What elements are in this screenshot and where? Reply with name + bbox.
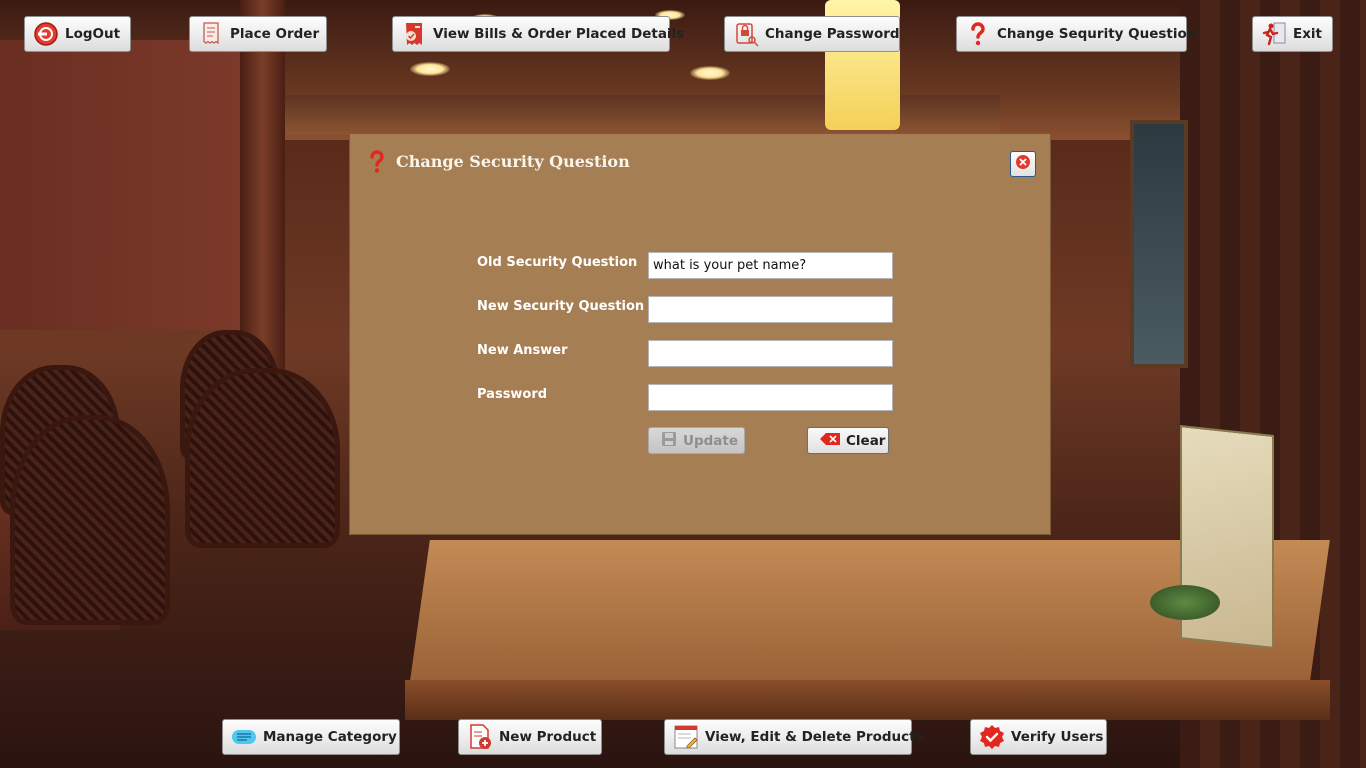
verified-badge-icon xyxy=(979,724,1005,750)
password-label: Password xyxy=(477,387,548,402)
verify-users-label: Verify Users xyxy=(1011,729,1104,745)
logout-button[interactable]: LogOut xyxy=(24,16,131,52)
logout-icon xyxy=(33,21,59,47)
new-answer-label: New Answer xyxy=(477,343,568,358)
update-label: Update xyxy=(683,432,739,449)
new-answer-field[interactable] xyxy=(648,340,893,367)
chair xyxy=(185,368,340,548)
clear-button[interactable]: Clear xyxy=(807,427,889,454)
lock-key-icon xyxy=(733,21,759,47)
pillar xyxy=(240,0,285,380)
logout-label: LogOut xyxy=(65,26,121,42)
view-edit-delete-products-button[interactable]: View, Edit & Delete Products xyxy=(664,719,924,755)
exit-run-icon xyxy=(1261,21,1287,47)
exit-button[interactable]: Exit xyxy=(1252,16,1333,52)
question-icon xyxy=(965,21,991,47)
table-edge xyxy=(405,680,1330,720)
dialog-title: Change Security Question xyxy=(396,152,630,171)
manage-category-button[interactable]: Manage Category xyxy=(222,719,400,755)
edit-document-icon xyxy=(673,724,699,750)
update-button[interactable]: Update xyxy=(648,427,745,454)
new-product-label: New Product xyxy=(499,729,597,745)
close-icon xyxy=(1015,154,1031,174)
ceiling-light xyxy=(690,66,730,80)
bill-icon xyxy=(401,21,427,47)
new-question-field[interactable] xyxy=(648,296,893,323)
change-security-question-label: Change Sequrity Question xyxy=(997,26,1197,42)
close-button[interactable] xyxy=(1010,151,1036,177)
view-edit-delete-products-label: View, Edit & Delete Products xyxy=(705,729,924,745)
view-bills-label: View Bills & Order Placed Details xyxy=(433,26,685,42)
place-order-button[interactable]: Place Order xyxy=(189,16,327,52)
verify-users-button[interactable]: Verify Users xyxy=(970,719,1107,755)
window xyxy=(1130,120,1188,368)
receipt-icon xyxy=(198,21,224,47)
chair xyxy=(10,415,170,625)
manage-category-label: Manage Category xyxy=(263,729,397,745)
password-field[interactable] xyxy=(648,384,893,411)
save-disk-icon xyxy=(661,431,677,451)
ceiling-light xyxy=(410,62,450,76)
new-question-label: New Security Question xyxy=(477,299,645,314)
category-icon xyxy=(231,724,257,750)
question-icon xyxy=(366,150,388,174)
new-product-button[interactable]: New Product xyxy=(458,719,602,755)
view-bills-button[interactable]: View Bills & Order Placed Details xyxy=(392,16,684,52)
exit-label: Exit xyxy=(1293,26,1323,42)
change-password-button[interactable]: Change Password xyxy=(724,16,900,52)
old-question-label: Old Security Question xyxy=(477,255,638,270)
service-bell xyxy=(1150,585,1220,620)
change-security-question-dialog: Change Security Question Old Security Qu… xyxy=(350,134,1050,534)
place-order-label: Place Order xyxy=(230,26,320,42)
new-product-icon xyxy=(467,724,493,750)
change-password-label: Change Password xyxy=(765,26,900,42)
change-security-question-button[interactable]: Change Sequrity Question xyxy=(956,16,1196,52)
clear-x-icon xyxy=(820,432,840,449)
clear-label: Clear xyxy=(846,432,886,449)
old-question-field[interactable] xyxy=(648,252,893,279)
wall-panel xyxy=(0,40,258,330)
